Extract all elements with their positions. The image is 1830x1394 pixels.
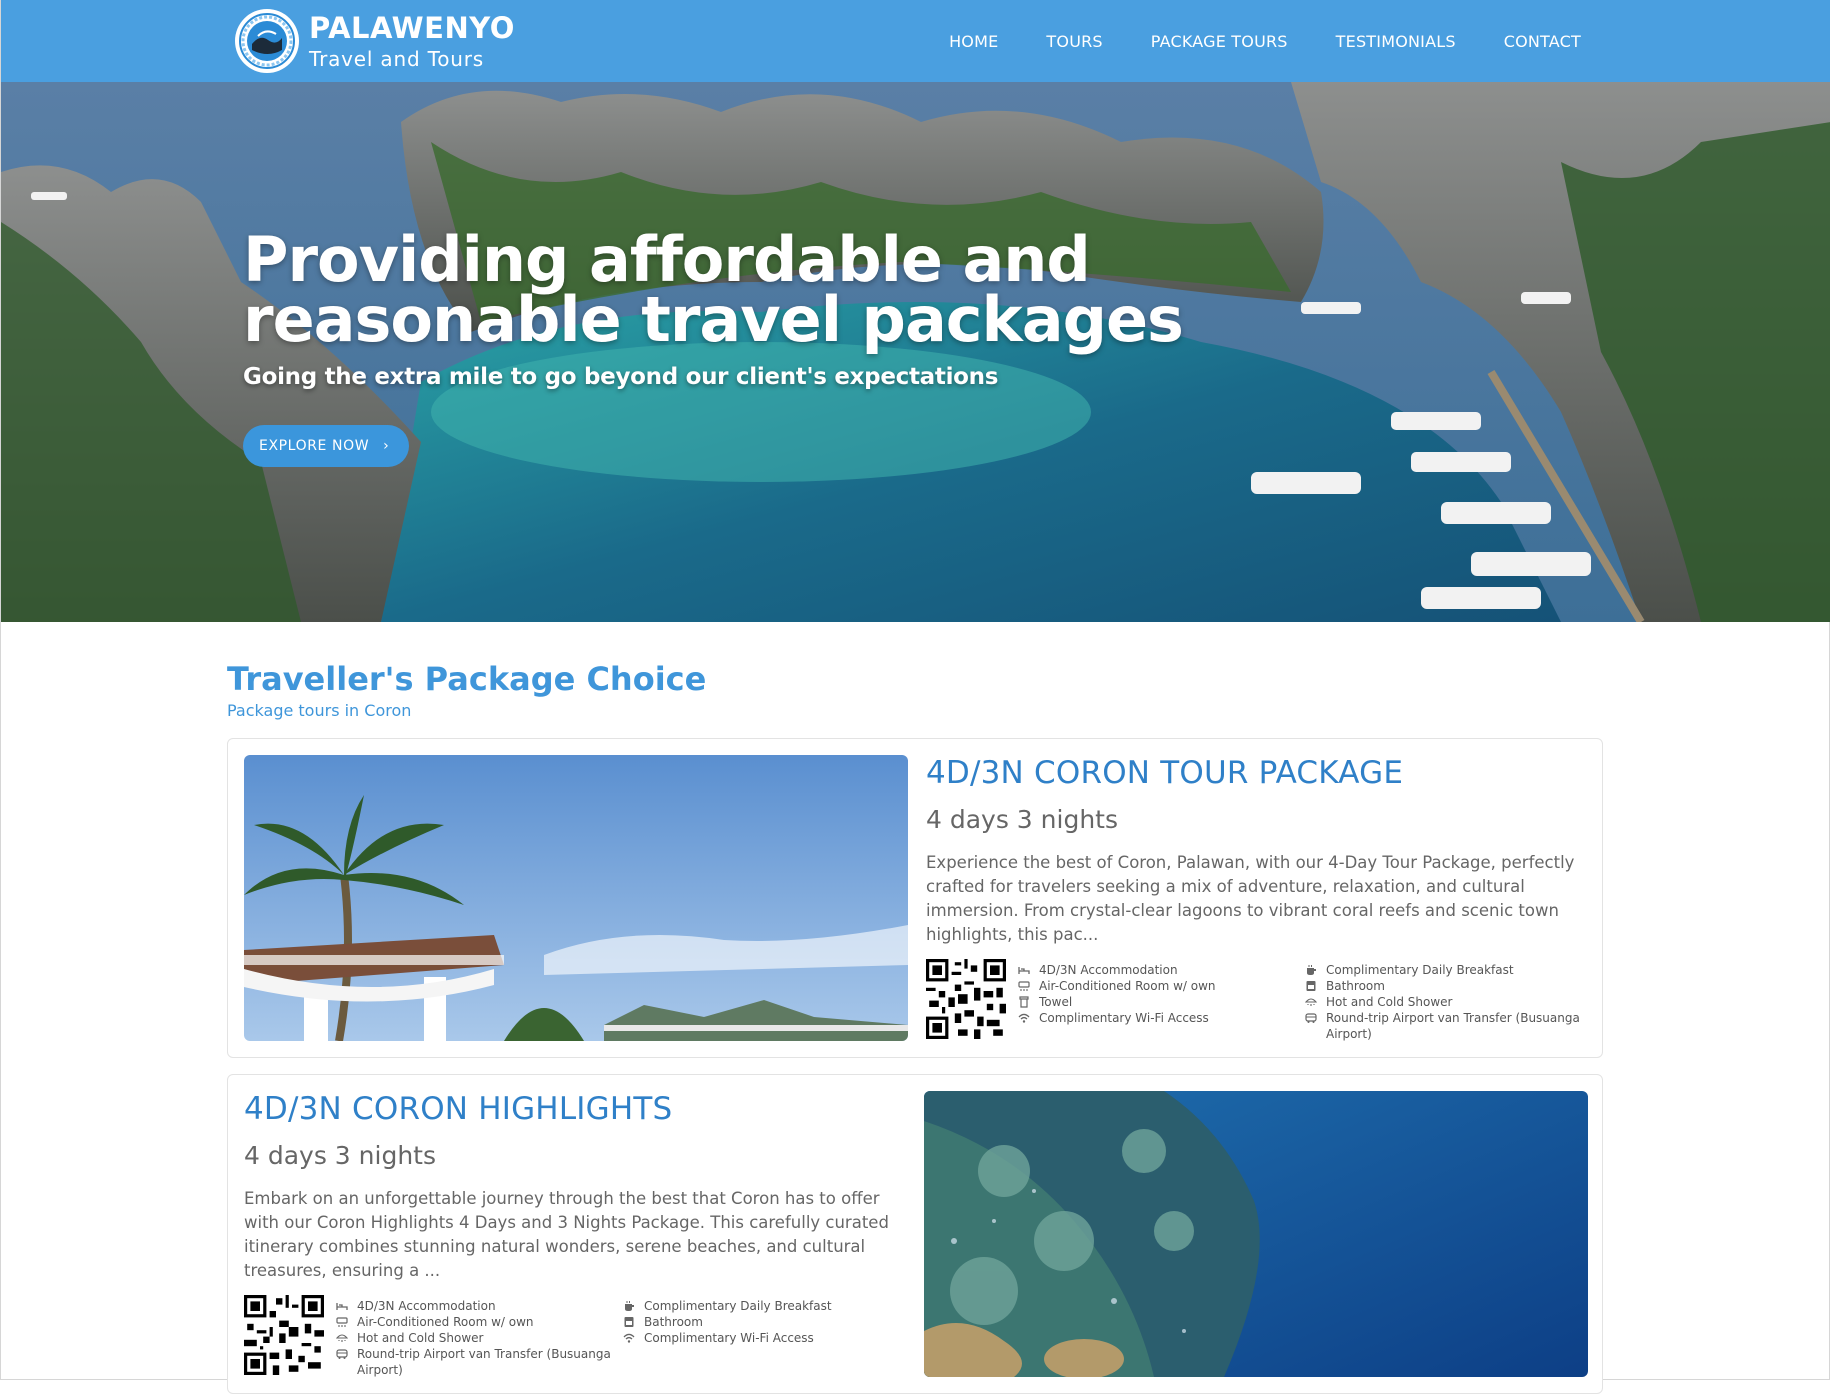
brand-tagline: Travel and Tours (309, 47, 484, 71)
explore-now-label: EXPLORE NOW (259, 438, 370, 454)
amenity-item: 4D/3N Accommodation (336, 1298, 616, 1314)
logo-badge-icon (235, 9, 299, 73)
amenity-item: Round-trip Airport van Transfer (Busuang… (336, 1346, 616, 1378)
amenities-left: 4D/3N Accommodation Air-Conditioned Room… (1018, 962, 1268, 1026)
site-header: PALAWENYO Travel and Tours HOME TOURS PA… (1, 0, 1830, 82)
package-image-reef[interactable] (924, 1091, 1588, 1377)
breakfast-icon (625, 1301, 634, 1311)
shower-icon (336, 1334, 348, 1342)
hero-title-line-1: Providing affordable and (243, 223, 1091, 296)
hero-subtitle: Going the extra mile to go beyond our cl… (243, 364, 999, 390)
amenity-item: Air-Conditioned Room w/ own (1018, 978, 1268, 994)
wifi-icon (623, 1333, 635, 1343)
bed-icon (1018, 967, 1030, 974)
van-icon (1305, 1013, 1317, 1023)
amenity-item: Complimentary Daily Breakfast (623, 1298, 903, 1314)
amenity-item: Hot and Cold Shower (336, 1330, 616, 1346)
chevron-right-icon: › (383, 438, 390, 454)
amenity-item: Hot and Cold Shower (1305, 994, 1585, 1010)
nav-contact[interactable]: CONTACT (1504, 32, 1581, 51)
nav-tours[interactable]: TOURS (1046, 32, 1102, 51)
amenities-left: 4D/3N Accommodation Air-Conditioned Room… (336, 1298, 616, 1378)
package-title[interactable]: 4D/3N CORON TOUR PACKAGE (926, 755, 1403, 791)
hero-title-line-2: reasonable travel packages (243, 283, 1184, 356)
shower-icon (1305, 998, 1317, 1006)
package-card-2[interactable]: 4D/3N CORON HIGHLIGHTS 4 days 3 nights E… (227, 1074, 1603, 1394)
package-image-resort[interactable] (244, 755, 908, 1041)
ac-icon (1018, 981, 1030, 991)
amenity-item: 4D/3N Accommodation (1018, 962, 1268, 978)
qr-code-icon (244, 1295, 324, 1375)
amenity-item: Air-Conditioned Room w/ own (336, 1314, 616, 1330)
amenity-item: Bathroom (1305, 978, 1585, 994)
section-title: Traveller's Package Choice (227, 660, 707, 698)
package-description: Embark on an unforgettable journey throu… (244, 1189, 889, 1280)
bathroom-icon (1306, 981, 1316, 991)
logo[interactable]: PALAWENYO Travel and Tours (235, 9, 515, 73)
bathroom-icon (624, 1317, 634, 1327)
package-description: Experience the best of Coron, Palawan, w… (926, 853, 1575, 944)
nav-testimonials[interactable]: TESTIMONIALS (1336, 32, 1456, 51)
hero-banner: Providing affordable and reasonable trav… (1, 82, 1830, 622)
ac-icon (336, 1317, 348, 1327)
brand-name: PALAWENYO (309, 11, 515, 45)
qr-code-icon (926, 959, 1006, 1039)
main-nav: HOME TOURS PACKAGE TOURS TESTIMONIALS CO… (901, 0, 1581, 82)
hero-title: Providing affordable and reasonable trav… (243, 223, 1243, 356)
bed-icon (336, 1303, 348, 1310)
amenity-item: Complimentary Daily Breakfast (1305, 962, 1585, 978)
breakfast-icon (1307, 965, 1316, 975)
package-card-1[interactable]: 4D/3N CORON TOUR PACKAGE 4 days 3 nights… (227, 738, 1603, 1058)
package-title[interactable]: 4D/3N CORON HIGHLIGHTS (244, 1091, 672, 1127)
package-duration: 4 days 3 nights (244, 1141, 436, 1170)
amenities-right: Complimentary Daily Breakfast Bathroom C… (623, 1298, 903, 1346)
amenity-item: Round-trip Airport van Transfer (Busuang… (1305, 1010, 1585, 1042)
amenity-item: Towel (1018, 994, 1268, 1010)
package-duration: 4 days 3 nights (926, 805, 1118, 834)
section-subtitle: Package tours in Coron (227, 701, 412, 720)
amenity-item: Complimentary Wi-Fi Access (1018, 1010, 1268, 1026)
amenity-item: Bathroom (623, 1314, 903, 1330)
amenity-item: Complimentary Wi-Fi Access (623, 1330, 903, 1346)
explore-now-button[interactable]: EXPLORE NOW › (243, 425, 410, 467)
wifi-icon (1018, 1013, 1030, 1023)
van-icon (336, 1349, 348, 1359)
amenities-right: Complimentary Daily Breakfast Bathroom H… (1305, 962, 1585, 1042)
towel-icon (1019, 996, 1029, 1008)
nav-home[interactable]: HOME (949, 32, 998, 51)
nav-package-tours[interactable]: PACKAGE TOURS (1151, 32, 1288, 51)
page: PALAWENYO Travel and Tours HOME TOURS PA… (0, 0, 1830, 1394)
